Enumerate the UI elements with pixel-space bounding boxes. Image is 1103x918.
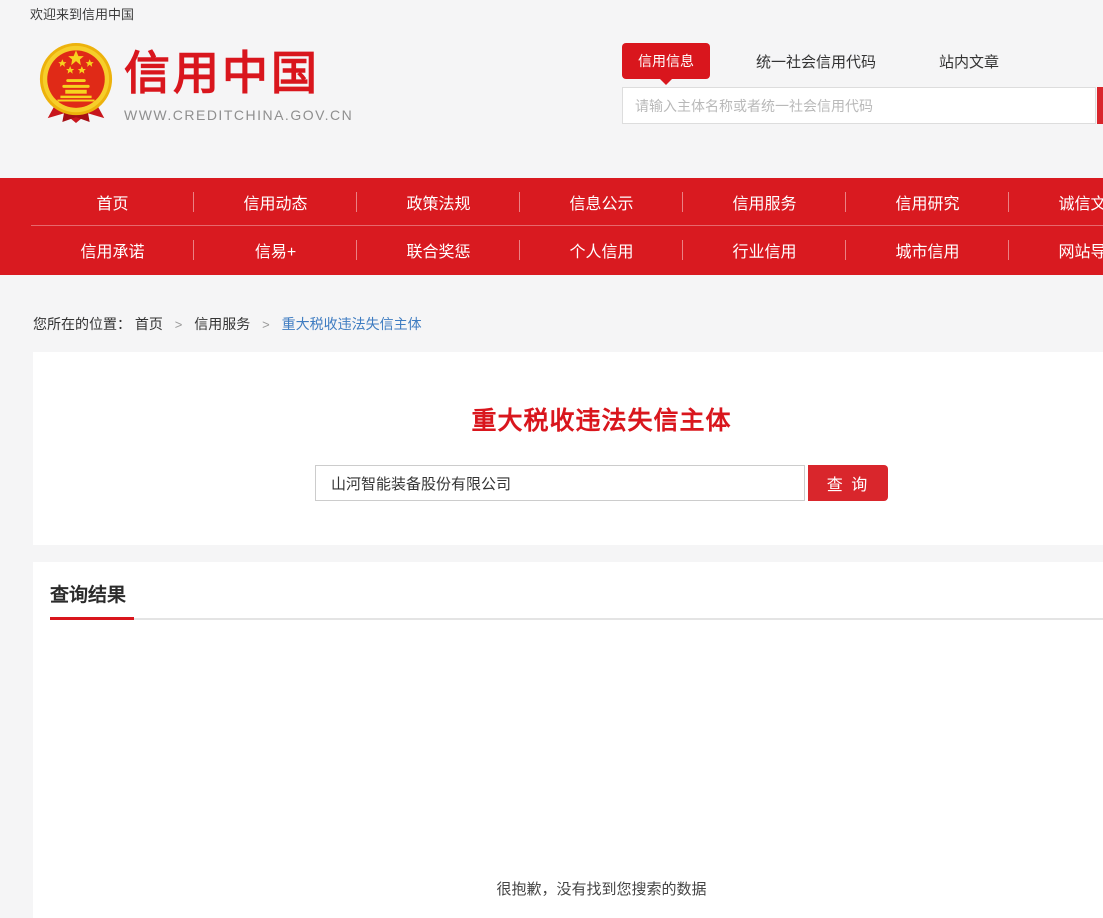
breadcrumb-home[interactable]: 首页 <box>135 316 163 332</box>
brand-title[interactable]: 信用中国 <box>124 50 353 96</box>
query-row: 查 询 <box>33 465 1103 501</box>
national-emblem-icon[interactable] <box>37 40 115 124</box>
main-navigation: 首页 信用动态 政策法规 信息公示 信用服务 信用研究 诚信文化 信用承诺 信易… <box>0 178 1103 275</box>
credit-china-page: 欢迎来到信用中国 信用中国 WWW.CREDITCHINA.GOV.CN 信用信… <box>0 0 1103 918</box>
results-heading: 查询结果 <box>50 580 126 607</box>
nav-item-credit-commitment[interactable]: 信用承诺 <box>31 238 194 262</box>
nav-item-personal-credit[interactable]: 个人信用 <box>520 238 683 262</box>
query-card: 重大税收违法失信主体 查 询 <box>33 352 1103 545</box>
brand-url: WWW.CREDITCHINA.GOV.CN <box>124 107 353 123</box>
header-search-tabs: 信用信息 统一社会信用代码 站内文章 <box>622 44 999 78</box>
nav-item-joint-reward-punish[interactable]: 联合奖惩 <box>357 238 520 262</box>
nav-inner: 首页 信用动态 政策法规 信息公示 信用服务 信用研究 诚信文化 信用承诺 信易… <box>0 178 1103 274</box>
empty-result-message: 很抱歉，没有找到您搜索的数据 <box>33 878 1103 899</box>
welcome-text: 欢迎来到信用中国 <box>30 4 134 23</box>
header-search-input[interactable] <box>622 87 1096 124</box>
breadcrumb-current-page: 重大税收违法失信主体 <box>282 316 422 332</box>
nav-item-home[interactable]: 首页 <box>31 190 194 214</box>
results-head: 查询结果 <box>50 580 1103 607</box>
page-title: 重大税收违法失信主体 <box>33 352 1103 437</box>
query-button[interactable]: 查 询 <box>808 465 888 501</box>
nav-item-policies[interactable]: 政策法规 <box>357 190 520 214</box>
tab-site-articles[interactable]: 站内文章 <box>939 51 999 72</box>
results-divider <box>50 618 1103 620</box>
query-input[interactable] <box>315 465 805 501</box>
nav-item-xinyi-plus[interactable]: 信易+ <box>194 238 357 262</box>
nav-item-credit-news[interactable]: 信用动态 <box>194 190 357 214</box>
breadcrumb: 您所在的位置： 首页 > 信用服务 > 重大税收违法失信主体 <box>33 314 422 334</box>
nav-row-1: 首页 信用动态 政策法规 信息公示 信用服务 信用研究 诚信文化 <box>31 178 1103 226</box>
nav-row-2: 信用承诺 信易+ 联合奖惩 个人信用 行业信用 城市信用 网站导航 <box>31 226 1103 274</box>
tab-social-credit-code[interactable]: 统一社会信用代码 <box>756 51 876 72</box>
nav-item-credit-research[interactable]: 信用研究 <box>846 190 1009 214</box>
results-card: 查询结果 很抱歉，没有找到您搜索的数据 <box>33 562 1103 918</box>
breadcrumb-separator: > <box>175 317 183 332</box>
breadcrumb-separator: > <box>262 317 270 332</box>
results-divider-accent <box>50 617 134 620</box>
nav-item-info-disclosure[interactable]: 信息公示 <box>520 190 683 214</box>
breadcrumb-credit-services[interactable]: 信用服务 <box>194 316 250 332</box>
nav-item-integrity-culture[interactable]: 诚信文化 <box>1009 190 1103 214</box>
breadcrumb-prefix: 您所在的位置： <box>33 316 131 332</box>
header-search-button[interactable] <box>1097 87 1103 124</box>
tab-credit-info[interactable]: 信用信息 <box>622 43 710 79</box>
nav-item-industry-credit[interactable]: 行业信用 <box>683 238 846 262</box>
brand-block: 信用中国 WWW.CREDITCHINA.GOV.CN <box>124 50 353 123</box>
nav-item-site-map[interactable]: 网站导航 <box>1009 238 1103 262</box>
nav-item-city-credit[interactable]: 城市信用 <box>846 238 1009 262</box>
nav-item-credit-services[interactable]: 信用服务 <box>683 190 846 214</box>
